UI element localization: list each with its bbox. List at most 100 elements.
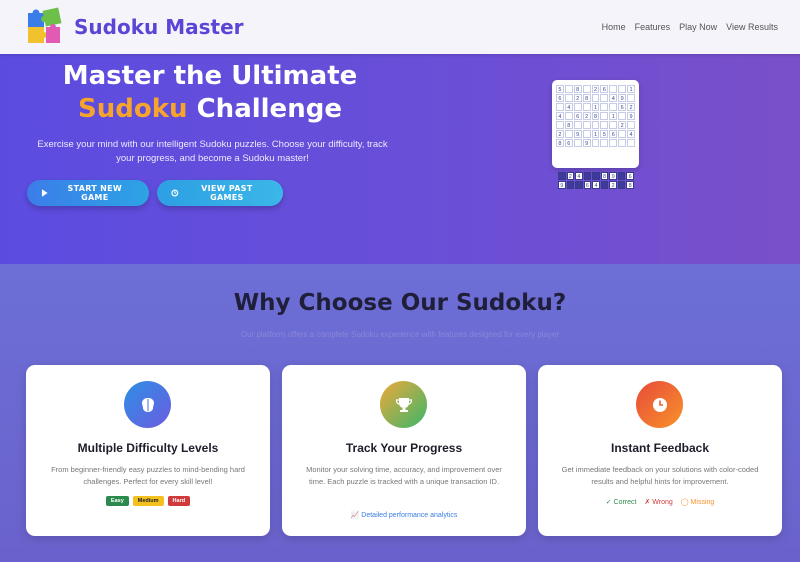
sudoku-cell: 6 (600, 85, 609, 93)
sudoku-cell: 4 (592, 181, 600, 189)
features-title: Why Choose Our Sudoku? (233, 290, 567, 316)
sudoku-cell: 1 (591, 103, 600, 111)
sudoku-cell (609, 103, 618, 111)
feedback-legend: ✓ Correct ✗ Wrong ◯ Missing (538, 498, 782, 506)
nav-play-now[interactable]: Play Now (679, 22, 717, 32)
sudoku-cell (609, 139, 618, 147)
sudoku-cell (564, 94, 573, 102)
nav-features[interactable]: Features (635, 22, 671, 32)
feature-card-feedback: Instant Feedback Get immediate feedback … (538, 365, 782, 536)
sudoku-cell (558, 172, 566, 180)
sudoku-cell (618, 112, 627, 120)
sudoku-cell: 8 (573, 85, 582, 93)
sudoku-cell: 6 (583, 181, 592, 189)
sudoku-cell (609, 121, 618, 129)
sudoku-cell (573, 121, 582, 129)
sudoku-cell: 9 (609, 172, 617, 180)
brand[interactable]: Sudoku Master (24, 5, 244, 49)
sudoku-cell (618, 85, 627, 93)
start-new-game-label: START NEW GAME (67, 184, 123, 202)
badge-medium: Medium (132, 496, 164, 506)
sudoku-cell: 9 (582, 139, 591, 147)
view-past-games-button[interactable]: VIEW PAST GAMES (157, 180, 283, 206)
puzzle-logo-icon (28, 7, 62, 43)
sudoku-cell (592, 172, 600, 180)
sudoku-cell (564, 112, 573, 120)
card-text: Get immediate feedback on your solutions… (561, 465, 759, 486)
sudoku-cell: 8 (591, 112, 600, 120)
sudoku-cell: 1 (591, 130, 600, 138)
sudoku-cell: 8 (564, 121, 573, 129)
history-icon (171, 189, 179, 197)
sudoku-cell (618, 130, 627, 138)
sudoku-cell: 4 (627, 130, 635, 138)
chart-line-icon: 📈 (350, 512, 360, 519)
sudoku-cell: 2 (627, 103, 635, 111)
sudoku-preview-overflow: 2489696428 (558, 172, 634, 190)
view-past-games-label: VIEW PAST GAMES (201, 184, 253, 202)
hero-title-line1: Master the Ultimate (62, 61, 358, 91)
badge-easy: Easy (105, 496, 129, 506)
feedback-missing: ◯ Missing (680, 499, 715, 506)
hero-section: Master the Ultimate Sudoku Challenge Exe… (0, 54, 800, 264)
sudoku-cell (591, 139, 600, 147)
sudoku-cell (566, 181, 575, 189)
sudoku-cell: 8 (600, 172, 609, 180)
sudoku-cell: 6 (609, 130, 618, 138)
card-title: Track Your Progress (345, 441, 463, 455)
sudoku-preview-grid: 5826162849416246281982291564869 (556, 85, 635, 147)
nav-links: Home Features Play Now View Results (602, 22, 778, 32)
sudoku-cell: 4 (556, 112, 564, 120)
analytics-link[interactable]: 📈 Detailed performance analytics (282, 511, 526, 519)
feature-card-difficulty: Multiple Difficulty Levels From beginner… (26, 365, 270, 536)
hero-title-line2: Challenge (187, 94, 342, 124)
sudoku-cell (617, 172, 626, 180)
sudoku-cell (617, 181, 626, 189)
sudoku-cell (627, 139, 635, 147)
sudoku-cell (564, 85, 573, 93)
card-text: Monitor your solving time, accuracy, and… (306, 465, 502, 486)
sudoku-cell: 4 (564, 103, 573, 111)
difficulty-badges: Easy Medium Hard (26, 496, 270, 506)
clock-icon (636, 381, 683, 428)
sudoku-cell: 2 (573, 94, 582, 102)
sudoku-cell: 6 (618, 103, 627, 111)
sudoku-cell (582, 103, 591, 111)
sudoku-cell (564, 130, 573, 138)
sudoku-cell (582, 121, 591, 129)
sudoku-cell (600, 181, 609, 189)
sudoku-cell (575, 181, 583, 189)
sudoku-cell (609, 85, 618, 93)
sudoku-cell (600, 139, 609, 147)
sudoku-cell: 8 (582, 94, 591, 102)
sudoku-cell: 9 (618, 94, 627, 102)
hero-subtitle: Exercise your mind with our intelligent … (37, 139, 388, 164)
sudoku-cell (582, 85, 591, 93)
sudoku-cell: 8 (626, 181, 634, 189)
feature-card-progress: Track Your Progress Monitor your solving… (282, 365, 526, 536)
sudoku-cell (618, 139, 627, 147)
navbar: Sudoku Master Home Features Play Now Vie… (0, 0, 800, 54)
sudoku-cell: 6 (556, 94, 564, 102)
sudoku-cell: 2 (591, 85, 600, 93)
features-section: Why Choose Our Sudoku? Our platform offe… (0, 264, 800, 562)
sudoku-cell: 9 (627, 112, 635, 120)
nav-view-results[interactable]: View Results (726, 22, 778, 32)
sudoku-cell (600, 103, 609, 111)
sudoku-cell (627, 94, 635, 102)
sudoku-cell (600, 94, 609, 102)
hero-title-accent: Sudoku (78, 94, 188, 124)
sudoku-cell: 1 (609, 112, 618, 120)
sudoku-cell (591, 94, 600, 102)
nav-home[interactable]: Home (602, 22, 626, 32)
sudoku-cell: 9 (558, 181, 566, 189)
sudoku-cell: 5 (600, 130, 609, 138)
sudoku-cell: 2 (556, 130, 564, 138)
sudoku-cell (573, 139, 582, 147)
card-text: From beginner-friendly easy puzzles to m… (51, 465, 245, 486)
brand-name: Sudoku Master (74, 15, 244, 39)
sudoku-cell (591, 121, 600, 129)
start-new-game-button[interactable]: START NEW GAME (27, 180, 149, 206)
sudoku-cell: 2 (566, 172, 575, 180)
sudoku-cell: 6 (626, 172, 634, 180)
